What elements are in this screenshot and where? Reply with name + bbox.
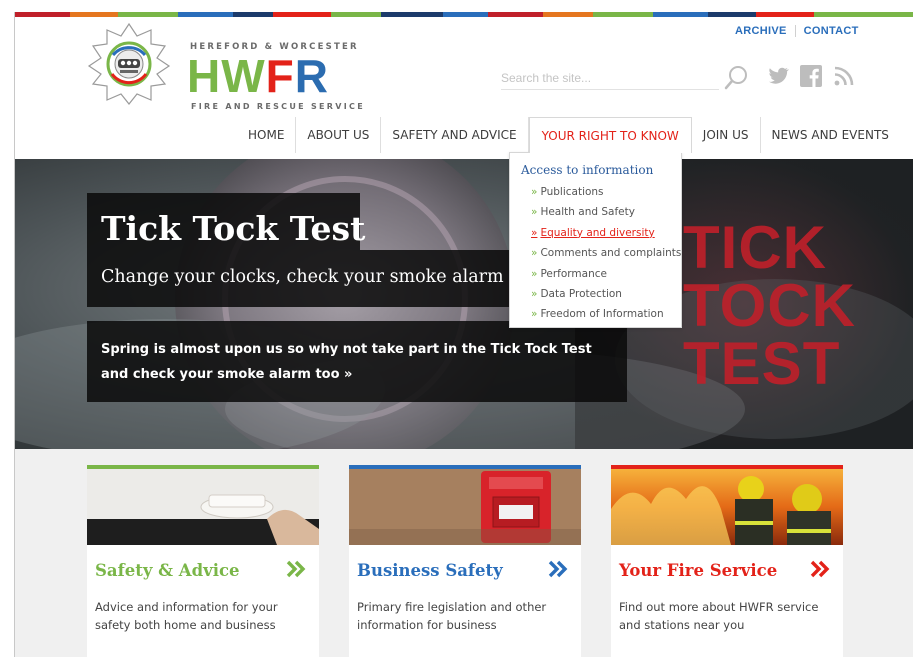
twitter-icon[interactable] bbox=[766, 64, 790, 88]
fire-alarm-call-point-image bbox=[349, 469, 581, 545]
card-title[interactable]: Business Safety bbox=[357, 561, 503, 580]
chevron-double-right-icon[interactable] bbox=[809, 558, 831, 580]
nav-dropdown-menu: Access to information » Publications » Hea… bbox=[509, 152, 682, 328]
card-description: Find out more about HWFR service and sta… bbox=[619, 600, 819, 632]
nav-your-right-to-know[interactable]: YOUR RIGHT TO KNOW bbox=[528, 117, 692, 153]
dropdown-item-comments-and-complaints[interactable]: » Comments and complaints bbox=[531, 243, 681, 263]
card-description: Primary fire legislation and other infor… bbox=[357, 600, 547, 632]
smoke-alarm-image bbox=[87, 469, 319, 545]
hero-cta-link[interactable]: Spring is almost upon us so why not take… bbox=[101, 337, 601, 387]
hero-banner[interactable]: Tick Tock Test Change your clocks, check… bbox=[15, 159, 913, 449]
card-safety-advice[interactable]: Safety & Advice Advice and information f… bbox=[87, 465, 319, 657]
card-business-safety[interactable]: Business Safety Primary fire legislation… bbox=[349, 465, 581, 657]
site-logo[interactable]: HEREFORD & WORCESTER HWFR FIRE AND RESCU… bbox=[87, 22, 363, 122]
dropdown-item-freedom-of-information[interactable]: » Freedom of Information bbox=[531, 304, 681, 324]
facebook-icon[interactable] bbox=[799, 64, 823, 88]
nav-home[interactable]: HOME bbox=[237, 117, 297, 153]
dropdown-item-publications[interactable]: » Publications bbox=[531, 182, 681, 202]
archive-link[interactable]: ARCHIVE bbox=[735, 25, 796, 37]
hero-graphic-text: TICK TOCK TEST bbox=[683, 214, 856, 397]
feature-section: Safety & Advice Advice and information f… bbox=[15, 449, 913, 657]
hero-title: Tick Tock Test bbox=[101, 209, 366, 248]
contact-link[interactable]: CONTACT bbox=[796, 25, 859, 37]
card-title[interactable]: Safety & Advice bbox=[95, 561, 240, 580]
card-your-fire-service[interactable]: Your Fire Service Find out more about HW… bbox=[611, 465, 843, 657]
card-description: Advice and information for your safety b… bbox=[95, 600, 278, 632]
card-title[interactable]: Your Fire Service bbox=[619, 561, 777, 580]
dropdown-item-health-and-safety[interactable]: » Health and Safety bbox=[531, 202, 681, 222]
dropdown-item-data-protection[interactable]: » Data Protection bbox=[531, 284, 681, 304]
chevron-double-right-icon[interactable] bbox=[547, 558, 569, 580]
fire-service-badge-icon bbox=[87, 22, 171, 105]
page: HEREFORD & WORCESTER HWFR FIRE AND RESCU… bbox=[14, 12, 913, 657]
color-strip bbox=[15, 12, 913, 17]
dropdown-heading-access-to-information[interactable]: Access to information bbox=[521, 163, 681, 177]
nav-news-and-events[interactable]: NEWS AND EVENTS bbox=[761, 117, 900, 153]
nav-safety-and-advice[interactable]: SAFETY AND ADVICE bbox=[381, 117, 529, 153]
chevron-double-right-icon[interactable] bbox=[285, 558, 307, 580]
firefighters-image bbox=[611, 469, 843, 545]
dropdown-item-performance[interactable]: » Performance bbox=[531, 264, 681, 284]
main-nav: HOME ABOUT US SAFETY AND ADVICE YOUR RIG… bbox=[237, 117, 900, 153]
nav-join-us[interactable]: JOIN US bbox=[692, 117, 761, 153]
logo-bottom-text: FIRE AND RESCUE SERVICE bbox=[191, 102, 365, 111]
dropdown-item-equality-and-diversity[interactable]: » Equality and diversity bbox=[531, 223, 681, 243]
search-icon[interactable] bbox=[723, 64, 749, 90]
hero-subtitle: Change your clocks, check your smoke ala… bbox=[101, 267, 504, 287]
rss-icon[interactable] bbox=[832, 64, 856, 88]
utility-links: ARCHIVE CONTACT bbox=[735, 25, 859, 37]
logo-wordmark: HWFR bbox=[187, 50, 329, 102]
nav-about-us[interactable]: ABOUT US bbox=[296, 117, 382, 153]
search-input[interactable] bbox=[501, 66, 719, 90]
